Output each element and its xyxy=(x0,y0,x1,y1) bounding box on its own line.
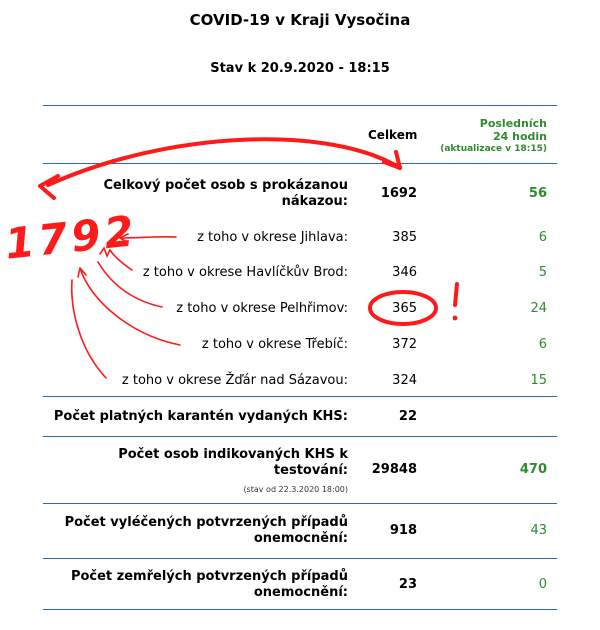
circle-mark xyxy=(368,290,438,326)
arrowhead-left xyxy=(38,174,60,200)
pointer-arrow xyxy=(79,267,181,346)
pointer-arrow xyxy=(70,279,107,379)
curved-arrow xyxy=(46,137,402,187)
annotation-overlay: 1792 xyxy=(3,137,459,379)
exclamation-mark xyxy=(453,282,459,307)
handwritten-number: 1792 xyxy=(3,206,140,269)
